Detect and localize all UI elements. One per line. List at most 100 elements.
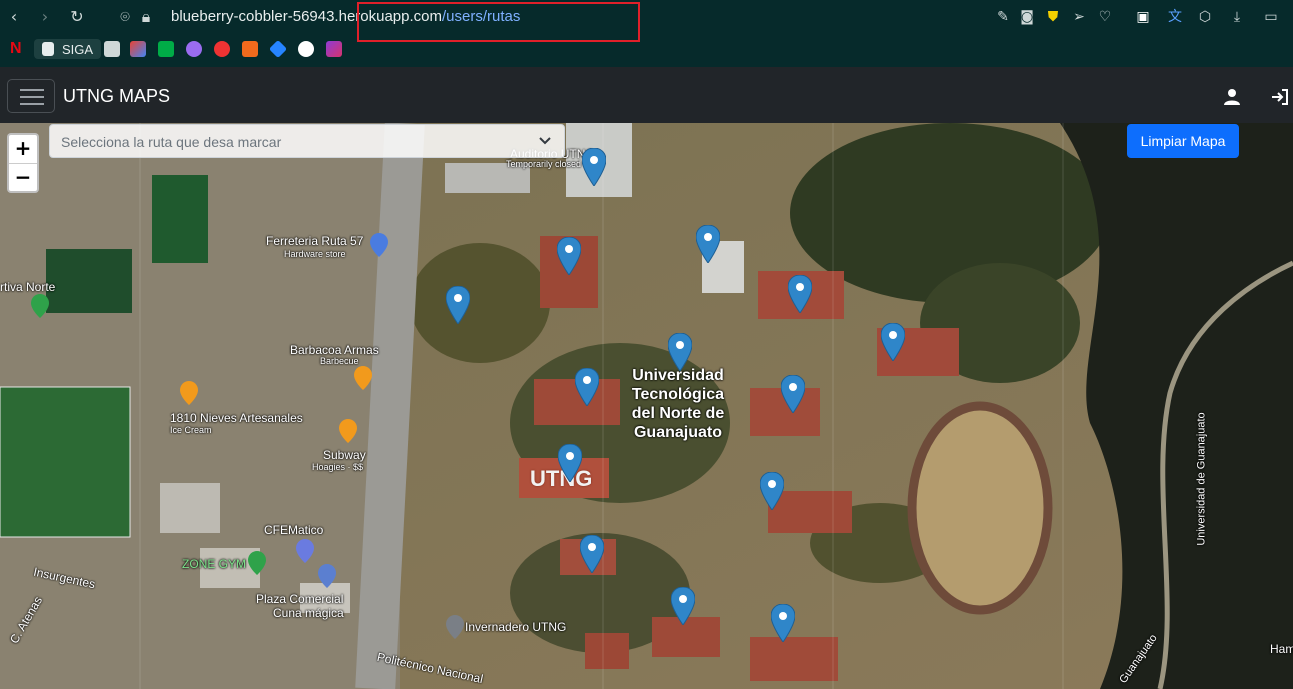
- hamburger-bar: [20, 103, 44, 105]
- page-icon: [42, 42, 54, 56]
- bookmark-icon: [214, 41, 230, 57]
- forward-icon[interactable]: ›: [36, 8, 54, 26]
- map-label-cfe: CFEMatico: [264, 523, 324, 537]
- uni-line-2: Tecnológica: [631, 386, 725, 403]
- heart-icon[interactable]: ♡: [1096, 8, 1114, 26]
- map-pin-icon: [556, 236, 582, 276]
- camera-icon[interactable]: ◙: [1018, 8, 1036, 26]
- gmail-bookmark[interactable]: [130, 39, 146, 59]
- service-poi-icon[interactable]: [296, 539, 314, 563]
- download-icon[interactable]: ⤓: [1228, 8, 1246, 26]
- map-pin-icon: [770, 603, 796, 643]
- edit-icon[interactable]: ✎: [994, 8, 1012, 26]
- bookmark-2[interactable]: [104, 39, 120, 59]
- map-pin-icon: [780, 374, 806, 414]
- restaurant-poi-icon[interactable]: [339, 419, 357, 443]
- place-poi-icon[interactable]: [446, 615, 464, 639]
- route-marker[interactable]: [780, 374, 806, 414]
- brand-title[interactable]: UTNG MAPS: [63, 86, 170, 107]
- map-label-invernadero: Invernadero UTNG: [465, 620, 567, 634]
- netflix-bookmark[interactable]: N: [10, 39, 26, 59]
- map-label-nieves-sub: Ice Cream: [170, 425, 212, 435]
- bookmark-label: SIGA: [62, 41, 94, 57]
- back-icon[interactable]: ‹: [5, 8, 23, 26]
- menu-toggle-button[interactable]: [7, 79, 55, 113]
- bookmark-icon: [186, 41, 202, 57]
- sports-poi-icon[interactable]: [31, 294, 49, 318]
- route-select[interactable]: Selecciona la ruta que desa marcar: [49, 124, 565, 158]
- map-label-barbacoa: Barbacoa Armas: [290, 343, 379, 357]
- user-icon[interactable]: [1222, 87, 1242, 107]
- bookmark-7[interactable]: [242, 39, 258, 59]
- route-marker[interactable]: [695, 224, 721, 264]
- lock-icon[interactable]: 🔒︎: [137, 8, 155, 26]
- zoom-in-button[interactable]: +: [9, 135, 37, 164]
- route-marker[interactable]: [667, 332, 693, 372]
- map-label-plaza-2: Cuna mágica: [273, 606, 344, 620]
- chevron-down-icon: [539, 137, 551, 145]
- satellite-map[interactable]: Ferreteria Ruta 57 Hardware store rtiva …: [0, 123, 1293, 689]
- jira-icon: [268, 39, 288, 59]
- map-pin-icon: [574, 367, 600, 407]
- meet-bookmark[interactable]: [158, 39, 174, 59]
- github-icon: [298, 41, 314, 57]
- route-marker[interactable]: [880, 322, 906, 362]
- extension-icon[interactable]: ▣: [1134, 8, 1152, 26]
- map-label-ham: Ham: [1270, 642, 1293, 656]
- route-marker[interactable]: [579, 534, 605, 574]
- bookmark-5[interactable]: [186, 39, 202, 59]
- location-pin-icon[interactable]: ⌾: [116, 8, 134, 26]
- bookmark-10[interactable]: [326, 39, 342, 59]
- route-marker[interactable]: [556, 236, 582, 276]
- gym-poi-icon[interactable]: [248, 551, 266, 575]
- route-marker[interactable]: [557, 443, 583, 483]
- app-navbar: UTNG MAPS: [0, 67, 1293, 123]
- store-poi-icon[interactable]: [370, 233, 388, 257]
- map-label-nieves: 1810 Nieves Artesanales: [170, 411, 303, 425]
- map-pin-icon: [581, 147, 607, 187]
- uni-line-3: del Norte de: [631, 405, 725, 422]
- map-label-subway-sub: Hoagies · $$: [312, 462, 364, 472]
- bookmark-8[interactable]: [268, 39, 288, 59]
- route-marker[interactable]: [787, 274, 813, 314]
- siga-bookmark[interactable]: SIGA: [34, 39, 102, 59]
- restaurant-poi-icon[interactable]: [180, 381, 198, 405]
- send-icon[interactable]: ➢: [1070, 8, 1088, 26]
- bookmark-icon: [242, 41, 258, 57]
- reload-icon[interactable]: ↻: [68, 8, 86, 26]
- map-pin-icon: [695, 224, 721, 264]
- zoom-out-button[interactable]: −: [9, 164, 37, 192]
- map-label-ruta-norte: rtiva Norte: [0, 280, 56, 294]
- map-pin-icon: [670, 586, 696, 626]
- map-label-universidad: Universidad Tecnológica del Norte de Gua…: [630, 366, 726, 442]
- route-marker[interactable]: [445, 285, 471, 325]
- route-marker[interactable]: [574, 367, 600, 407]
- shield-icon[interactable]: ⛊: [1044, 8, 1062, 26]
- bookmark-6[interactable]: [214, 39, 230, 59]
- browser-chrome: ‹ › ↻ ⌾ 🔒︎ blueberry-cobbler-56943.herok…: [0, 0, 1293, 67]
- route-marker[interactable]: [770, 603, 796, 643]
- shopping-poi-icon[interactable]: [318, 564, 336, 588]
- map-pin-icon: [445, 285, 471, 325]
- uni-line-4: Guanajuato: [633, 424, 722, 441]
- sign-in-icon[interactable]: [1270, 87, 1290, 107]
- map-label-ferreteria-sub: Hardware store: [284, 249, 346, 259]
- netflix-icon: N: [10, 40, 22, 57]
- github-bookmark[interactable]: [298, 39, 314, 59]
- translate-icon[interactable]: 文: [1166, 8, 1184, 26]
- bookmark-icon: [326, 41, 342, 57]
- hamburger-bar: [20, 96, 44, 98]
- map-label-zone-gym: ZONE GYM: [182, 557, 247, 571]
- route-marker[interactable]: [670, 586, 696, 626]
- map-label-barbacoa-sub: Barbecue: [320, 356, 359, 366]
- route-marker[interactable]: [759, 471, 785, 511]
- zoom-control: + −: [7, 133, 39, 193]
- clear-map-button[interactable]: Limpiar Mapa: [1127, 124, 1239, 158]
- cube-icon[interactable]: ⬡: [1196, 8, 1214, 26]
- map-pin-icon: [557, 443, 583, 483]
- map-label-auditorio-sub: Temporarily closed: [506, 159, 582, 169]
- address-row: ‹ › ↻ ⌾ 🔒︎ blueberry-cobbler-56943.herok…: [0, 0, 1293, 42]
- route-marker[interactable]: [581, 147, 607, 187]
- restaurant-poi-icon[interactable]: [354, 366, 372, 390]
- battery-icon[interactable]: ▭: [1262, 8, 1280, 26]
